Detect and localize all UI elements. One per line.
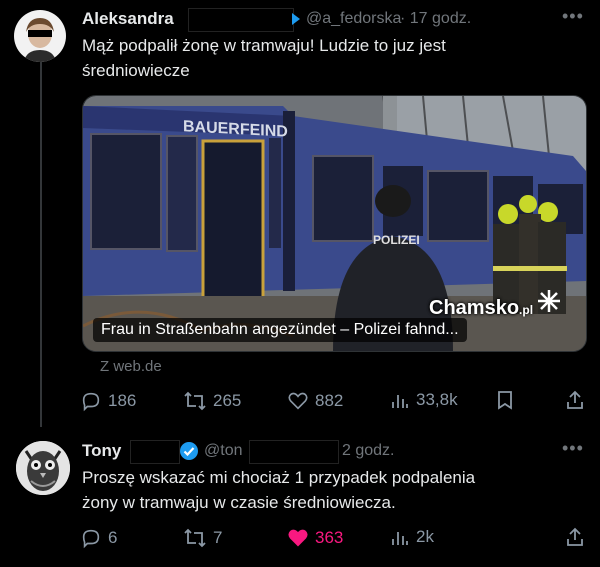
views-button[interactable]: 2k bbox=[390, 527, 434, 547]
verified-icon bbox=[179, 441, 199, 466]
police-label: POLIZEI bbox=[373, 233, 420, 247]
card-headline-text: Frau in Straßenbahn angezündet – Polizei… bbox=[101, 321, 459, 338]
retweet-button[interactable]: 7 bbox=[183, 527, 222, 549]
reply-button[interactable]: 186 bbox=[80, 390, 136, 412]
like-button[interactable]: 882 bbox=[287, 390, 343, 412]
more-icon[interactable]: ••• bbox=[562, 6, 584, 27]
author-name[interactable]: Aleksandra bbox=[82, 9, 174, 29]
redacted-name-block bbox=[130, 440, 180, 464]
reply-text-line-2: żony w tramwaju w czasie średniowiecza. bbox=[82, 493, 396, 512]
reply-count: 186 bbox=[108, 391, 137, 410]
retweet-button[interactable]: 265 bbox=[183, 390, 241, 412]
watermark-logo-icon bbox=[538, 290, 561, 312]
redacted-name-block bbox=[188, 8, 294, 32]
share-icon bbox=[567, 390, 583, 409]
share-button[interactable] bbox=[565, 390, 585, 410]
verified-icon bbox=[292, 12, 300, 30]
author-handle[interactable]: @a_fedorska bbox=[306, 10, 401, 28]
like-count: 882 bbox=[315, 391, 344, 410]
share-button[interactable] bbox=[565, 527, 585, 547]
share-icon bbox=[567, 527, 583, 546]
reply-icon bbox=[82, 529, 100, 549]
reply-avatar[interactable] bbox=[16, 441, 70, 495]
bookmark-icon bbox=[498, 391, 512, 410]
post-text-line-2: średniowiecze bbox=[82, 61, 190, 80]
card-source[interactable]: Z web.de bbox=[100, 358, 162, 375]
more-icon[interactable]: ••• bbox=[562, 438, 584, 459]
reply-text-line-1: Proszę wskazać mi chociaż 1 przypadek po… bbox=[82, 468, 476, 487]
avatar[interactable] bbox=[14, 10, 66, 62]
retweet-count: 265 bbox=[213, 391, 242, 410]
reply-count: 6 bbox=[108, 528, 118, 547]
reply-time[interactable]: 2 godz. bbox=[342, 442, 394, 460]
watermark-suffix: .pl bbox=[519, 303, 534, 317]
like-icon bbox=[288, 529, 308, 547]
views-button[interactable]: 33,8k bbox=[390, 390, 458, 410]
reply-author-name[interactable]: Tony bbox=[82, 441, 121, 461]
reply-icon bbox=[82, 392, 100, 412]
views-icon bbox=[392, 395, 408, 408]
views-count: 2k bbox=[416, 527, 434, 546]
retweet-icon bbox=[184, 528, 206, 548]
like-count: 363 bbox=[315, 528, 344, 547]
post-text-line-1: Mąż podpalił żonę w tramwaju! Ludzie to … bbox=[82, 36, 446, 55]
card-headline[interactable]: Frau in Straßenbahn angezündet – Polizei… bbox=[93, 318, 467, 342]
like-button[interactable]: 363 bbox=[287, 527, 343, 549]
views-count: 33,8k bbox=[416, 390, 458, 409]
retweet-count: 7 bbox=[213, 528, 223, 547]
bookmark-button[interactable] bbox=[496, 390, 514, 410]
watermark-text: Chamsko bbox=[429, 297, 520, 319]
reply-author-handle[interactable]: @ton bbox=[204, 442, 242, 460]
redacted-handle-block bbox=[249, 440, 339, 464]
like-icon bbox=[288, 392, 308, 410]
watermark: Chamsko .pl bbox=[429, 288, 562, 320]
link-card-image[interactable]: BAUERFEIND POLIZEI Frau in Straßenbahn a… bbox=[82, 95, 587, 352]
post-time[interactable]: · 17 godz. bbox=[400, 10, 471, 28]
reply-button[interactable]: 6 bbox=[80, 527, 117, 549]
retweet-icon bbox=[184, 391, 206, 411]
views-icon bbox=[392, 532, 408, 545]
thread-connector bbox=[40, 62, 42, 427]
